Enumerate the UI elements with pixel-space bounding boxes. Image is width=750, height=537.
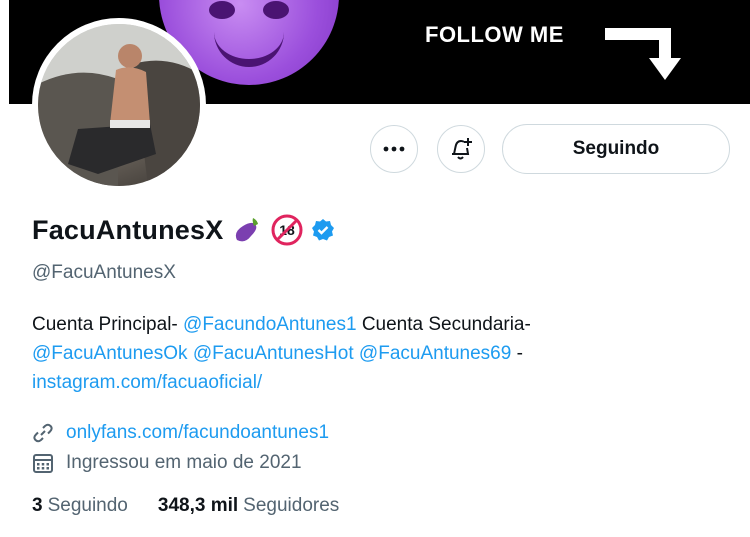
following-count: 3 xyxy=(32,495,43,516)
name-row: FacuAntunesX 18 xyxy=(32,214,335,246)
mention-link[interactable]: @FacuAntunesOk xyxy=(32,343,188,364)
following-button[interactable]: Seguindo xyxy=(502,124,730,174)
notifications-button[interactable] xyxy=(437,125,485,173)
instagram-link[interactable]: instagram.com/facuaoficial/ xyxy=(32,372,262,393)
eggplant-emoji-icon xyxy=(231,214,263,246)
more-horizontal-icon xyxy=(383,146,405,152)
bio-text: - xyxy=(511,343,523,364)
joined-date: Ingressou em maio de 2021 xyxy=(66,452,302,473)
mention-link[interactable]: @FacuAntunes69 xyxy=(359,343,511,364)
profile-stats: 3 Seguindo 348,3 mil Seguidores xyxy=(32,495,369,517)
more-button[interactable] xyxy=(370,125,418,173)
following-stat[interactable]: 3 Seguindo xyxy=(32,495,128,517)
following-label: Seguindo xyxy=(47,495,128,516)
website-row: onlyfans.com/facundoantunes1 xyxy=(32,420,329,446)
mention-link[interactable]: @FacundoAntunes1 xyxy=(183,314,357,335)
profile-handle: @FacuAntunesX xyxy=(32,262,176,283)
bio-text: Cuenta Secundaria- xyxy=(356,314,531,335)
bell-plus-icon xyxy=(452,138,472,160)
page-edge xyxy=(0,0,9,537)
mention-link[interactable]: @FacuAntunesHot xyxy=(193,343,354,364)
no-under-18-emoji-icon: 18 xyxy=(271,214,303,246)
link-icon xyxy=(32,420,58,446)
calendar-icon xyxy=(32,450,58,476)
bio-text: Cuenta Principal- xyxy=(32,314,184,335)
followers-label: Seguidores xyxy=(243,495,340,516)
display-name: FacuAntunesX xyxy=(32,214,224,245)
followers-count: 348,3 mil xyxy=(157,495,239,516)
banner-text: FOLLOW ME xyxy=(425,22,564,47)
website-link[interactable]: onlyfans.com/facundoantunes1 xyxy=(66,422,329,444)
profile-photo-icon xyxy=(38,24,200,186)
followers-stat[interactable]: 348,3 mil Seguidores xyxy=(158,495,339,517)
profile-bio: Cuenta Principal- @FacundoAntunes1 Cuent… xyxy=(32,310,732,397)
avatar[interactable] xyxy=(38,24,200,186)
verified-badge-icon[interactable] xyxy=(311,218,335,242)
arrow-down-right-icon xyxy=(605,28,681,80)
joined-row: Ingressou em maio de 2021 xyxy=(32,450,302,476)
